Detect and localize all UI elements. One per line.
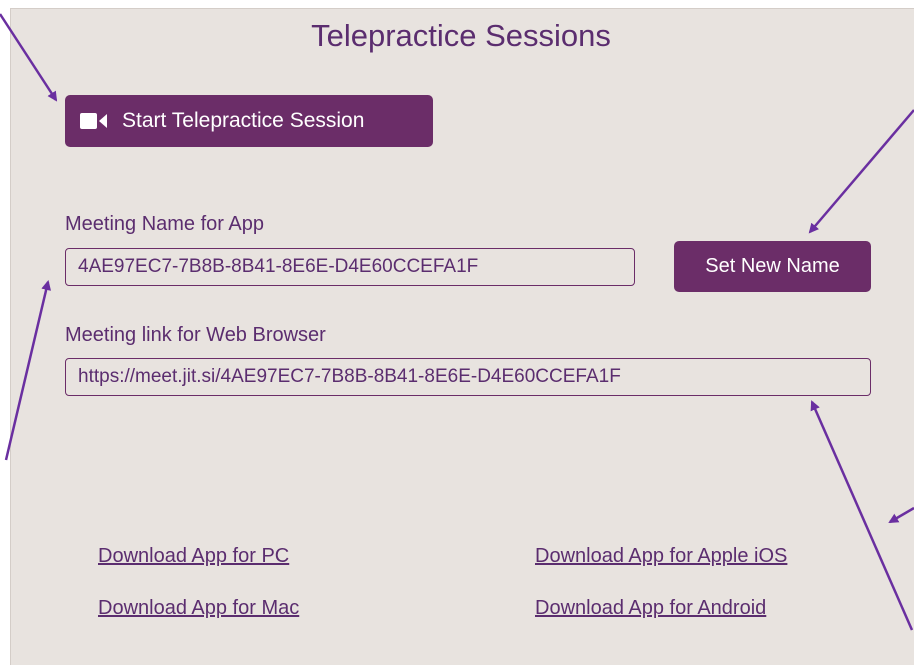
meeting-link-label: Meeting link for Web Browser	[65, 324, 326, 346]
start-telepractice-session-label: Start Telepractice Session	[122, 109, 365, 132]
video-camera-icon	[80, 112, 108, 130]
download-pc-link[interactable]: Download App for PC	[98, 545, 289, 568]
meeting-name-input[interactable]	[65, 248, 635, 286]
page-title: Telepractice Sessions	[311, 18, 611, 53]
meeting-link-input[interactable]	[65, 358, 871, 396]
start-telepractice-session-button[interactable]: Start Telepractice Session	[65, 95, 433, 147]
download-android-link[interactable]: Download App for Android	[535, 597, 766, 620]
meeting-name-label: Meeting Name for App	[65, 213, 264, 235]
download-mac-link[interactable]: Download App for Mac	[98, 597, 299, 620]
set-new-name-button[interactable]: Set New Name	[674, 241, 871, 292]
download-ios-link[interactable]: Download App for Apple iOS	[535, 545, 787, 568]
